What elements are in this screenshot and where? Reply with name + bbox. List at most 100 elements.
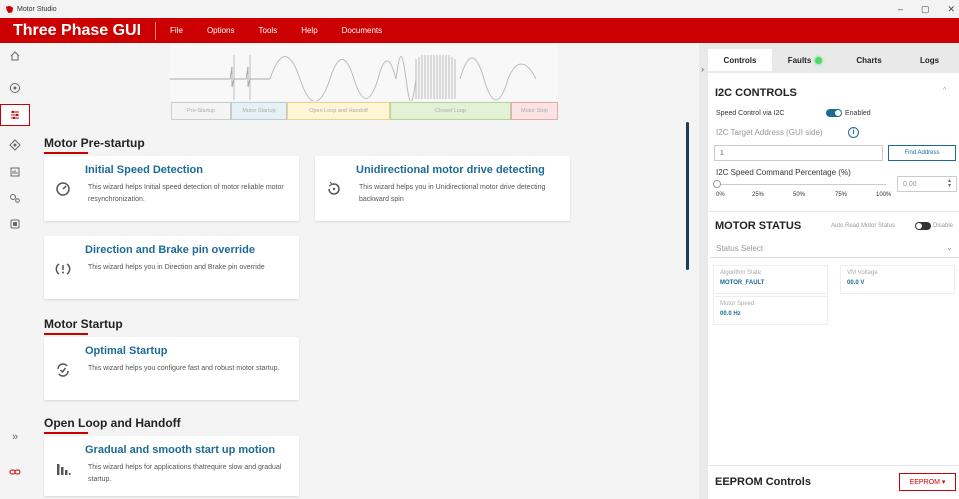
section-open-loop-handoff: Open Loop and Handoff (44, 416, 181, 434)
speed-cmd-spinbox[interactable]: 0.00 ▴ ▾ (897, 176, 957, 192)
phase-motor-startup: Motor Startup (231, 102, 287, 120)
window-title: Motor Studio (17, 5, 57, 13)
compass-icon[interactable] (0, 77, 30, 99)
speed-cmd-label: I2C Speed Command Percentage (%) (716, 168, 851, 177)
tab-logs[interactable]: Logs (900, 49, 959, 71)
find-address-button[interactable]: Find Address (888, 145, 956, 161)
tile-label: VM Voltage (847, 270, 878, 276)
collapse-icon[interactable]: » (0, 426, 30, 448)
app-title: Three Phase GUI (13, 21, 142, 39)
window-titlebar: Motor Studio – ▢ ✕ (0, 0, 959, 18)
link-icon[interactable] (0, 461, 30, 483)
tab-controls[interactable]: Controls (708, 49, 772, 71)
section-divider (708, 211, 959, 212)
auto-read-label: Auto Read Motor Status (831, 223, 896, 229)
auto-read-state: Disable (933, 223, 954, 229)
main-scrollbar[interactable] (686, 122, 689, 270)
card-gradual-startup[interactable]: Gradual and smooth start up motion This … (44, 436, 299, 496)
speed-slider-track[interactable] (716, 184, 886, 185)
fault-status-indicator-icon (815, 56, 823, 64)
speed-cmd-value: 0.00 (903, 180, 917, 188)
menu-options[interactable]: Options (207, 26, 235, 35)
phase-open-loop: Open Loop and Handoff (287, 102, 390, 120)
tile-value: 00.0 V (847, 280, 865, 286)
card-title: Direction and Brake pin override (85, 244, 255, 256)
menubar-separator (155, 21, 157, 40)
spinner-arrows-icon[interactable]: ▴ ▾ (948, 178, 951, 189)
section-divider (708, 465, 959, 466)
section-title: Motor Pre-startup (44, 136, 145, 150)
card-description: This wizard helps you configure fast and… (88, 365, 280, 372)
target-address-label: I2C Target Address (GUI side) (716, 128, 823, 137)
sliders-icon[interactable] (0, 104, 30, 126)
phase-motor-stop: Motor Stop (511, 102, 558, 120)
speed-slider-thumb[interactable] (713, 180, 721, 188)
auto-read-toggle[interactable] (915, 222, 931, 230)
main-content: Pre-Startup Motor Startup Open Loop and … (30, 43, 696, 499)
section-motor-prestartup: Motor Pre-startup (44, 136, 145, 154)
slider-tick-0: 0% (716, 192, 725, 198)
home-icon[interactable] (0, 45, 30, 67)
card-initial-speed-detection[interactable]: Initial Speed Detection This wizard help… (44, 156, 299, 221)
settings-alt-icon[interactable] (0, 134, 30, 156)
speed-control-state: Enabled (845, 110, 871, 117)
card-unidirectional-detect[interactable]: Unidirectional motor drive detecting Thi… (315, 156, 570, 221)
section-title: Open Loop and Handoff (44, 416, 181, 430)
left-navigation: » (0, 43, 30, 499)
slider-tick-100: 100% (876, 192, 892, 198)
menu-file[interactable]: File (170, 26, 183, 35)
card-description: This wizard helps you in Unidirectional … (359, 184, 546, 203)
target-address-input[interactable]: 1 (714, 145, 883, 161)
slider-tick-25: 25% (752, 192, 765, 198)
info-icon[interactable]: i (848, 127, 859, 138)
section-motor-startup: Motor Startup (44, 317, 123, 335)
phase-pre-startup: Pre-Startup (171, 102, 231, 120)
status-tile-vm-voltage: VM Voltage 00.0 V (840, 265, 955, 294)
app-logo-icon (4, 4, 14, 14)
speed-control-label: Speed Control via I2C (716, 110, 785, 117)
tile-value: 00.0 Hz (720, 311, 741, 317)
speedometer-icon (54, 180, 72, 198)
eeprom-dropdown-button[interactable]: EEPROM ▾ (899, 473, 956, 491)
card-title: Initial Speed Detection (85, 164, 203, 176)
card-description: This wizard helps Initial speed detectio… (88, 184, 284, 203)
toggle-knob (916, 223, 922, 229)
menu-help[interactable]: Help (301, 26, 317, 35)
card-title: Gradual and smooth start up motion (85, 444, 276, 456)
menubar: Three Phase GUI File Options Tools Help … (0, 18, 959, 43)
card-title: Unidirectional motor drive detecting (356, 164, 545, 176)
phase-closed-loop: Closed Loop (390, 102, 511, 120)
section-underline (44, 432, 88, 434)
bars-icon (54, 460, 72, 478)
tab-faults-label: Faults (787, 55, 812, 65)
chip-icon[interactable] (0, 213, 30, 235)
gears-icon[interactable] (0, 187, 30, 209)
minimize-button[interactable]: – (898, 4, 903, 14)
status-select-dropdown[interactable]: Status Select ⌄ (710, 238, 959, 258)
card-optimal-startup[interactable]: Optimal Startup This wizard helps you co… (44, 337, 299, 400)
card-description: This wizard helps for applications thatr… (88, 464, 282, 483)
section-title: Motor Startup (44, 317, 123, 331)
card-direction-brake-override[interactable]: Direction and Brake pin override This wi… (44, 236, 299, 299)
panel-expand-icon[interactable]: › (701, 64, 704, 74)
menu-documents[interactable]: Documents (342, 26, 382, 35)
card-description: This wizard helps you in Direction and B… (88, 264, 265, 271)
motor-status-header: MOTOR STATUS (715, 220, 802, 232)
tile-label: Algorithm State (720, 270, 762, 276)
card-title: Optimal Startup (85, 345, 168, 357)
rotate-icon (325, 180, 343, 198)
section-underline (44, 333, 88, 335)
tab-charts[interactable]: Charts (838, 49, 900, 71)
phase-waveform (170, 45, 558, 101)
menu-tools[interactable]: Tools (259, 26, 278, 35)
section-underline (44, 152, 88, 154)
right-panel-tabs: Controls Faults Charts Logs (708, 49, 959, 71)
maximize-button[interactable]: ▢ (921, 4, 930, 15)
register-icon[interactable] (0, 161, 30, 183)
slider-tick-75: 75% (835, 192, 848, 198)
collapse-chevron-icon[interactable]: ^ (943, 87, 946, 94)
close-button[interactable]: ✕ (947, 4, 955, 15)
tile-value: MOTOR_FAULT (720, 280, 765, 286)
tab-faults[interactable]: Faults (772, 49, 838, 71)
speed-control-toggle[interactable] (826, 109, 842, 117)
